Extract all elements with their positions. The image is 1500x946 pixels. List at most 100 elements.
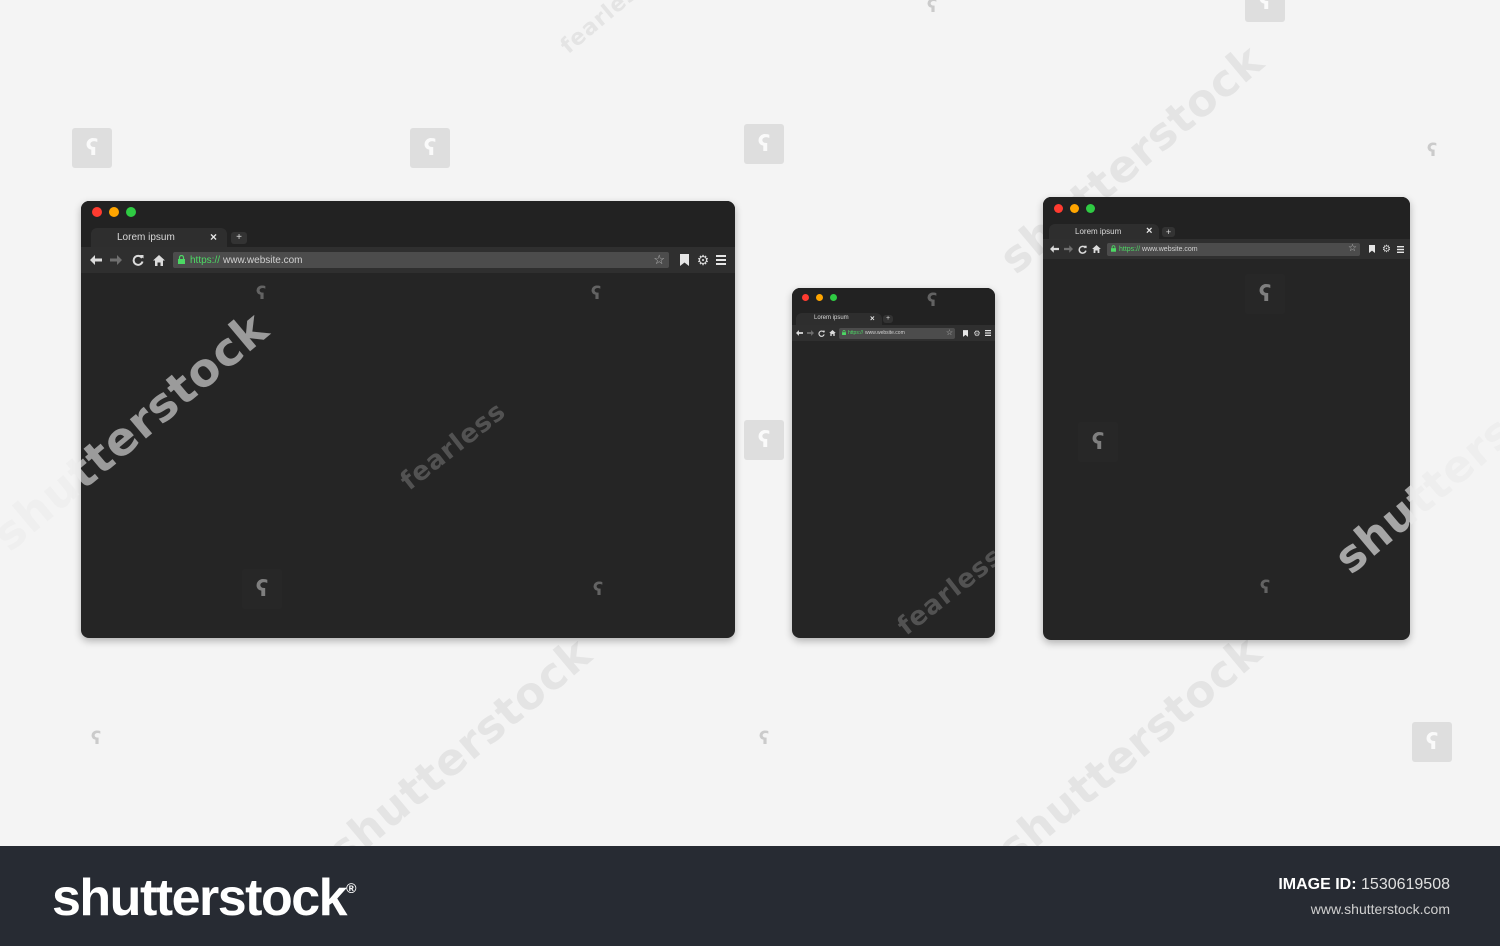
browser-toolbar: https:// www.website.com ☆ ⚙ (81, 247, 735, 273)
title-bar: Lorem ipsum × + (792, 288, 995, 325)
watermark-logo-icon: ʕ (590, 282, 602, 304)
close-icon[interactable]: × (1146, 225, 1152, 237)
new-tab-button[interactable]: + (883, 315, 893, 323)
gear-icon[interactable]: ⚙ (971, 329, 983, 338)
watermark-logo-icon: ʕ (592, 578, 604, 600)
bookmark-icon[interactable] (1365, 245, 1379, 253)
brand-logo: shutterstock® (52, 868, 356, 928)
minimize-window-button[interactable] (1070, 204, 1079, 213)
home-icon[interactable] (827, 330, 837, 336)
watermark-logo-icon: ʕ (758, 727, 770, 749)
menu-icon[interactable] (1394, 245, 1406, 253)
site-url[interactable]: www.shutterstock.com (1311, 901, 1450, 917)
watermark-logo-icon: ʕ (744, 420, 784, 460)
watermark-logo-icon: ʕ (410, 128, 450, 168)
star-icon[interactable]: ☆ (653, 252, 665, 268)
url-host: www.website.com (1142, 245, 1198, 253)
window-controls (802, 294, 837, 301)
watermark-logo-icon: ʕ (1245, 0, 1285, 22)
browser-toolbar: https:// www.website.com ☆ ⚙ (792, 325, 995, 341)
forward-arrow-icon[interactable] (804, 330, 816, 336)
watermark-text: fearless (556, 0, 654, 60)
image-id-value: 1530619508 (1361, 876, 1450, 893)
bookmark-icon[interactable] (675, 254, 693, 266)
registered-mark: ® (346, 880, 356, 896)
footer-bar: shutterstock® IMAGE ID: 1530619508 www.s… (0, 846, 1500, 946)
tab-lorem-ipsum[interactable]: Lorem ipsum × (91, 228, 227, 247)
minimize-window-button[interactable] (816, 294, 823, 301)
watermark-logo-icon: ʕ (255, 282, 267, 304)
watermark-text: shutterstock (318, 627, 602, 846)
menu-icon[interactable] (713, 255, 729, 265)
reload-icon[interactable] (1075, 245, 1089, 254)
url-host: www.website.com (865, 330, 905, 336)
new-tab-button[interactable]: + (231, 232, 247, 244)
back-arrow-icon[interactable] (87, 255, 105, 265)
reload-icon[interactable] (816, 330, 827, 337)
window-controls (1054, 204, 1095, 213)
tab-title: Lorem ipsum (814, 315, 849, 321)
back-arrow-icon[interactable] (794, 330, 804, 336)
gear-icon[interactable]: ⚙ (1379, 244, 1394, 255)
watermark-logo-icon: ʕ (242, 569, 282, 609)
url-host: www.website.com (223, 254, 303, 266)
watermark-logo-icon: ʕ (1412, 722, 1452, 762)
close-icon[interactable]: × (210, 230, 217, 244)
address-bar[interactable]: https:// www.website.com ☆ (1107, 242, 1360, 256)
window-controls (92, 207, 136, 217)
maximize-window-button[interactable] (830, 294, 837, 301)
watermark-logo-icon: ʕ (1078, 422, 1118, 462)
new-tab-button[interactable]: + (1162, 227, 1175, 237)
image-id: IMAGE ID: 1530619508 (1278, 876, 1450, 894)
watermark-logo-icon: ʕ (1245, 274, 1285, 314)
title-bar: Lorem ipsum × + (1043, 197, 1410, 239)
plus-icon: + (1165, 227, 1172, 237)
image-id-label: IMAGE ID: (1278, 876, 1357, 893)
watermark-logo-icon: ʕ (72, 128, 112, 168)
lock-icon (842, 329, 846, 337)
home-icon[interactable] (1089, 245, 1103, 253)
back-arrow-icon[interactable] (1047, 245, 1061, 253)
star-icon[interactable]: ☆ (946, 328, 953, 337)
watermark-text: shutterstock (988, 625, 1272, 846)
plus-icon: + (885, 315, 891, 322)
watermark-logo-icon: ʕ (1259, 576, 1271, 598)
watermark-logo-icon: ʕ (90, 727, 102, 749)
lock-icon (178, 254, 185, 266)
minimize-window-button[interactable] (109, 207, 119, 217)
maximize-window-button[interactable] (1086, 204, 1095, 213)
address-bar[interactable]: https:// www.website.com ☆ (173, 252, 669, 268)
watermark-text: fearless (892, 541, 995, 638)
watermark-logo-icon: ʕ (1426, 139, 1438, 161)
watermark-text: fearless (395, 396, 512, 497)
browser-window-phone: Lorem ipsum × + https:// www.website.com… (792, 288, 995, 638)
tab-title: Lorem ipsum (1075, 227, 1122, 236)
home-icon[interactable] (149, 254, 169, 266)
menu-icon[interactable] (983, 330, 993, 336)
close-window-button[interactable] (92, 207, 102, 217)
watermark-logo-icon: ʕ (926, 289, 938, 311)
plus-icon: + (236, 232, 242, 243)
canvas: ʕ ʕ ʕ ʕ ʕ ʕ ʕ ʕ ʕ ʕ shutterstock shutter… (0, 0, 1500, 846)
tab-lorem-ipsum[interactable]: Lorem ipsum × (1049, 224, 1159, 239)
close-window-button[interactable] (1054, 204, 1063, 213)
lock-icon (1111, 244, 1116, 254)
forward-arrow-icon[interactable] (105, 255, 127, 265)
reload-icon[interactable] (127, 254, 149, 266)
star-icon[interactable]: ☆ (1348, 243, 1357, 254)
forward-arrow-icon[interactable] (1061, 245, 1075, 253)
gear-icon[interactable]: ⚙ (693, 252, 713, 269)
bookmark-icon[interactable] (959, 329, 971, 337)
maximize-window-button[interactable] (126, 207, 136, 217)
tab-lorem-ipsum[interactable]: Lorem ipsum × (796, 313, 882, 325)
url-scheme: https:// (190, 254, 221, 266)
close-icon[interactable]: × (870, 314, 875, 323)
tab-title: Lorem ipsum (117, 232, 175, 243)
browser-toolbar: https:// www.website.com ☆ ⚙ (1043, 239, 1410, 259)
address-bar[interactable]: https:// www.website.com ☆ (839, 327, 955, 339)
close-window-button[interactable] (802, 294, 809, 301)
brand-wordmark: shutterstock (52, 869, 348, 927)
url-scheme: https:// (848, 330, 864, 336)
watermark-logo-icon: ʕ (926, 0, 938, 17)
watermark-logo-icon: ʕ (744, 124, 784, 164)
